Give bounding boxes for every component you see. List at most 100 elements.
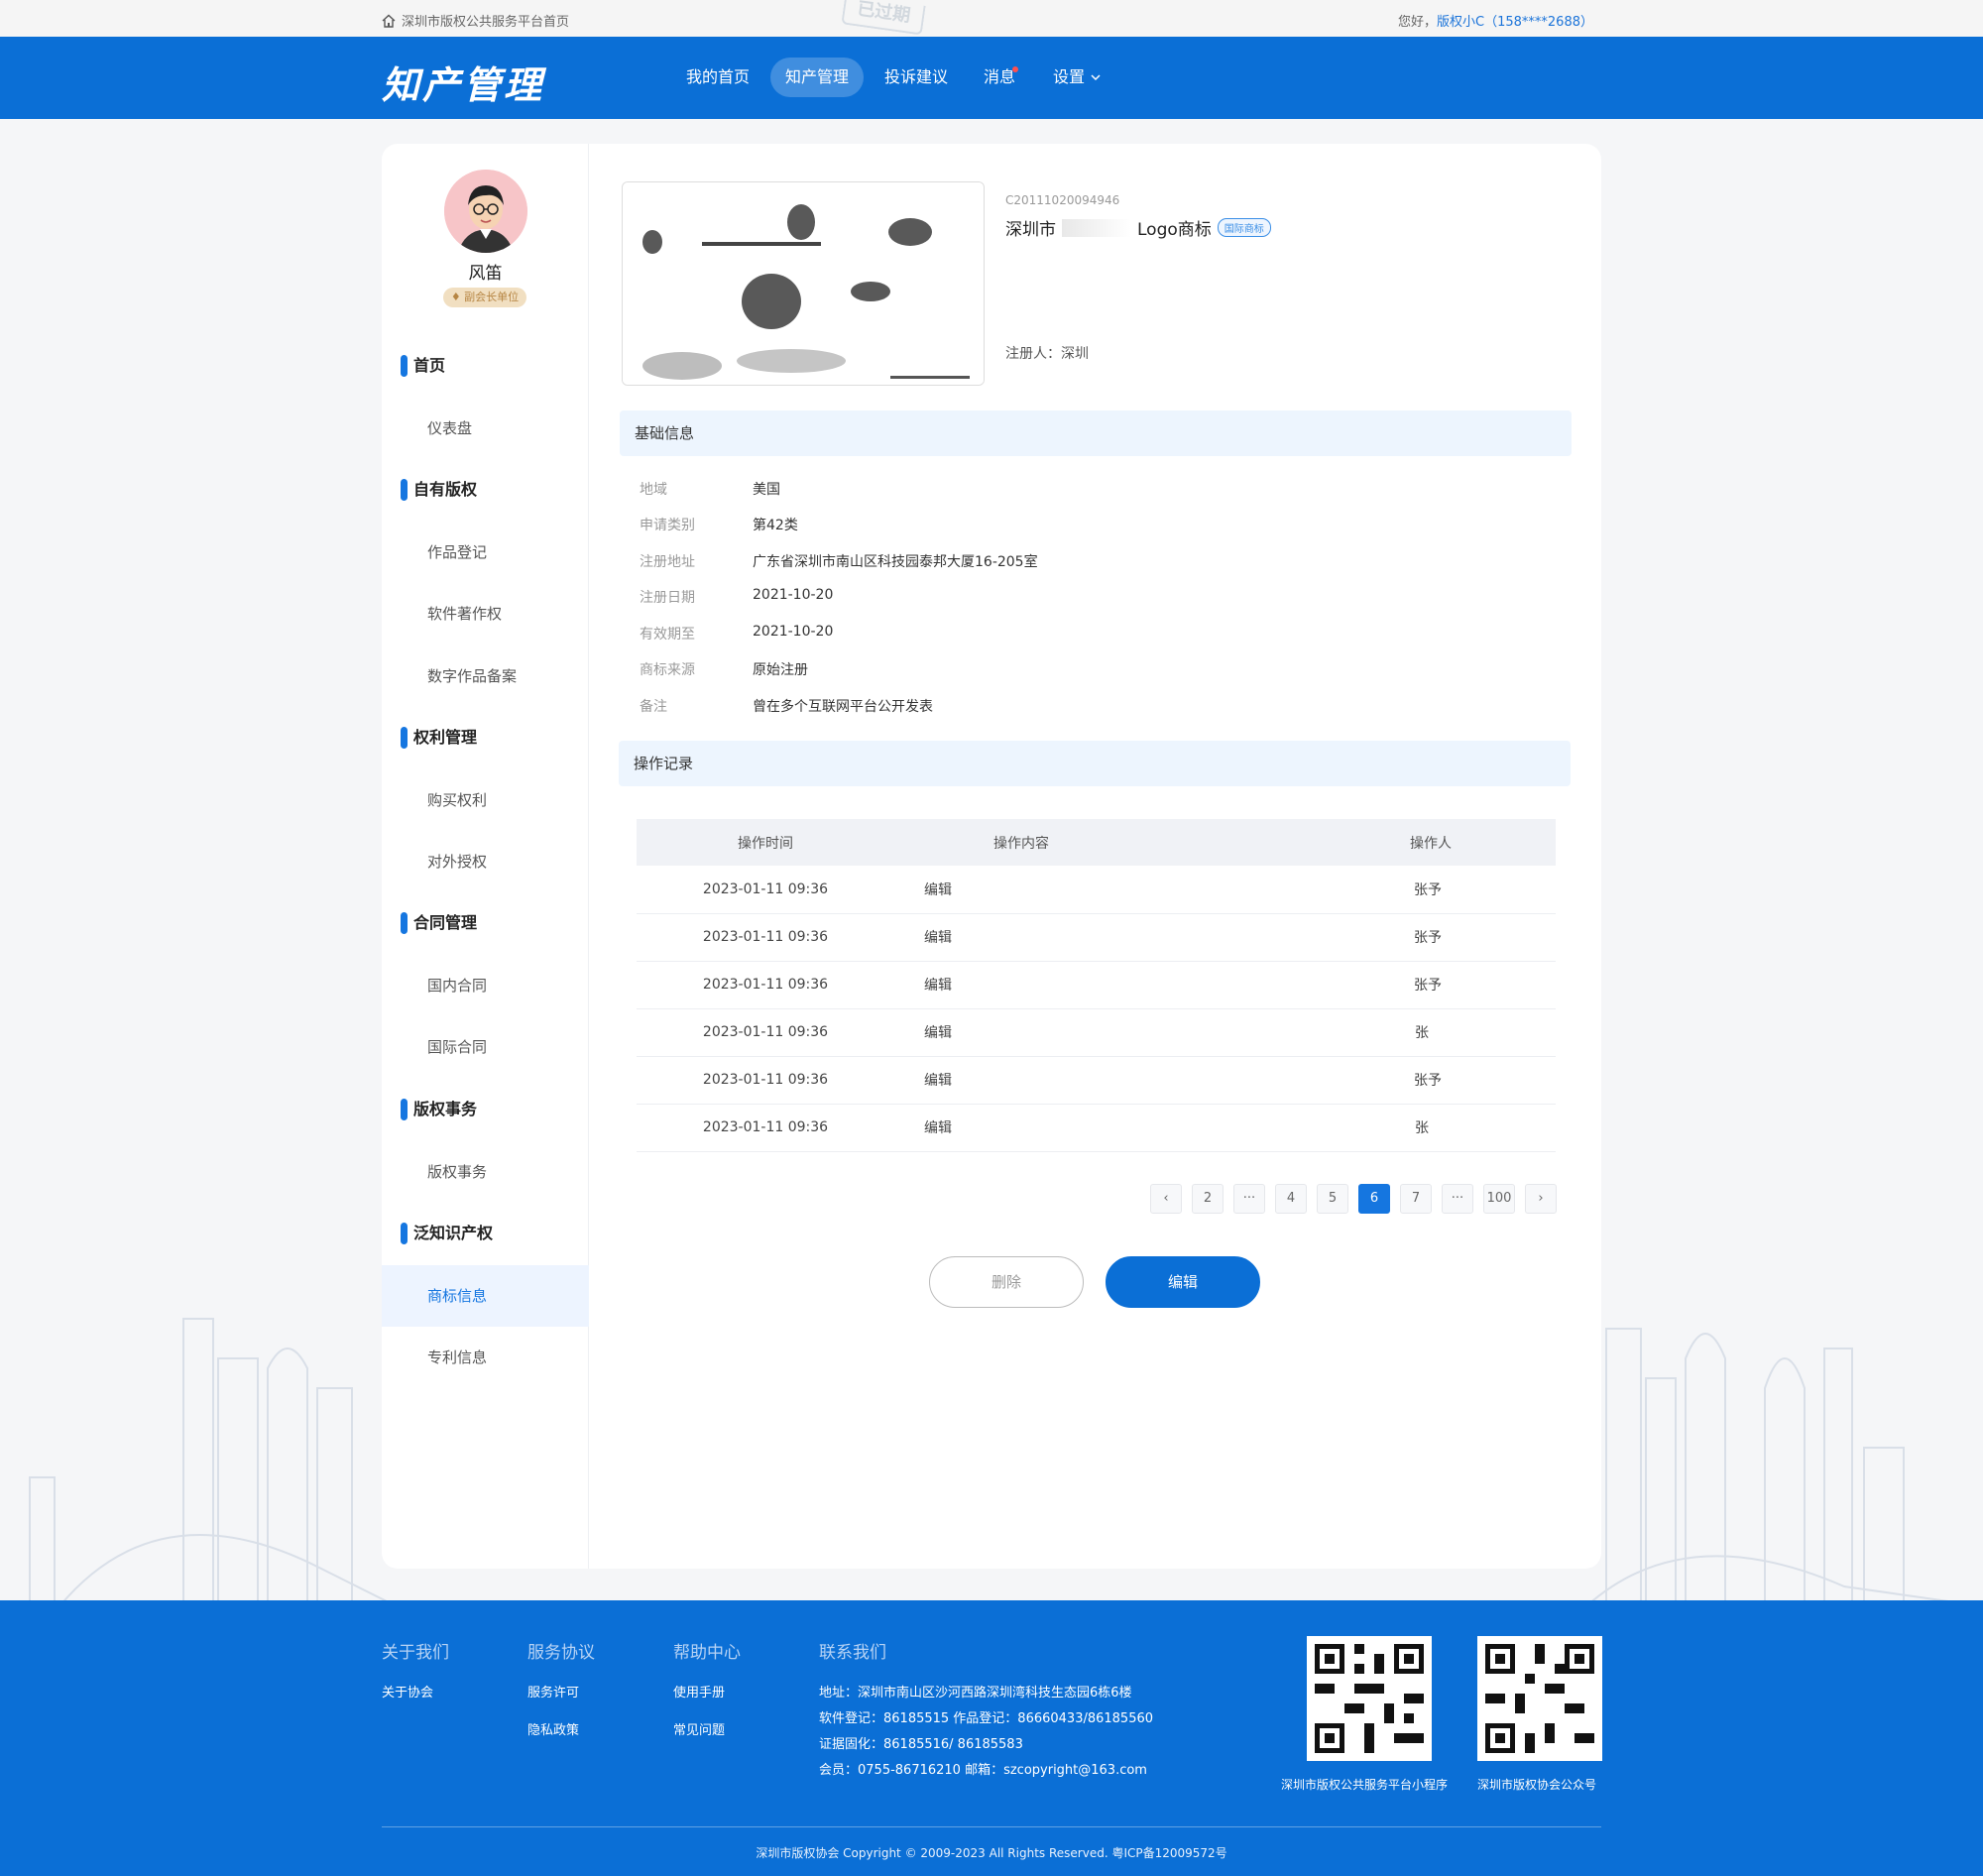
info-key: 注册地址 — [640, 554, 695, 570]
delete-button[interactable]: 删除 — [929, 1256, 1084, 1308]
user-greeting: 您好，版权小C（158****2688） — [1398, 11, 1593, 30]
record-content: 编辑 — [894, 913, 1162, 962]
edit-button[interactable]: 编辑 — [1106, 1256, 1260, 1308]
sidebar-item-work-registration[interactable]: 作品登记 — [382, 522, 589, 583]
info-value: 2021-10-20 — [753, 587, 834, 603]
info-key: 备注 — [640, 699, 667, 715]
member-badge: ♦ 副会长单位 — [443, 288, 526, 307]
main-nav: 知产管理 我的首页 知产管理 投诉建议 消息 设置 — [0, 37, 1983, 119]
next-page-button[interactable]: › — [1525, 1184, 1557, 1214]
footer-link-faq[interactable]: 常见问题 — [673, 1719, 725, 1738]
record-operator: 张予 — [1162, 866, 1556, 914]
qr-caption-mini-program: 深圳市版权公共服务平台小程序 — [1281, 1778, 1449, 1792]
sidebar-item-purchase-rights[interactable]: 购买权利 — [382, 769, 589, 831]
site-logo[interactable]: 知产管理 — [382, 55, 544, 109]
record-time: 2023-01-11 09:36 — [637, 913, 894, 962]
table-row: 2023-01-11 09:36 编辑 张予 — [637, 913, 1556, 962]
nav-item-messages[interactable]: 消息 — [969, 58, 1030, 97]
footer-link-service-license[interactable]: 服务许可 — [527, 1682, 579, 1700]
trademark-certificate-image[interactable] — [622, 181, 985, 386]
registrant: 注册人：深圳 — [1005, 343, 1089, 363]
table-row: 2023-01-11 09:36 编辑张 — [637, 1104, 1556, 1152]
home-link-label: 深圳市版权公共服务平台首页 — [402, 15, 570, 30]
trademark-name-prefix: 深圳市 — [1005, 220, 1056, 240]
top-bar: 深圳市版权公共服务平台首页 已过期 您好，版权小C（158****2688） — [0, 0, 1983, 37]
user-name: 风笛 — [468, 264, 503, 284]
table-row: 2023-01-11 09:36 编辑张 — [637, 1008, 1556, 1057]
international-trademark-tag: 国际商标 — [1217, 218, 1271, 237]
info-key: 地域 — [640, 482, 667, 498]
table-header-row: 操作时间 操作内容 操作人 — [637, 819, 1556, 866]
sidebar-item-external-license[interactable]: 对外授权 — [382, 831, 589, 892]
page-button[interactable]: 2 — [1192, 1184, 1224, 1214]
home-link[interactable]: 深圳市版权公共服务平台首页 — [382, 11, 569, 30]
sidebar-group-home[interactable]: 首页 — [400, 355, 445, 377]
prev-page-button[interactable]: ‹ — [1150, 1184, 1182, 1214]
footer-col-about: 关于我们 — [382, 1643, 449, 1663]
sidebar-group-contracts[interactable]: 合同管理 — [400, 912, 477, 934]
sidebar-item-digital-filing[interactable]: 数字作品备案 — [382, 645, 589, 707]
footer-link-privacy[interactable]: 隐私政策 — [527, 1719, 579, 1738]
trademark-name: 深圳市 Logo商标 国际商标 — [1005, 215, 1271, 240]
qr-code-icon — [1315, 1644, 1424, 1753]
operation-records-header: 操作记录 — [619, 741, 1571, 786]
info-key: 商标来源 — [640, 662, 695, 678]
footer-col-help: 帮助中心 — [673, 1643, 741, 1663]
nav-item-complaints[interactable]: 投诉建议 — [870, 58, 963, 97]
current-page-button[interactable]: 6 — [1358, 1184, 1390, 1214]
house-icon — [382, 14, 396, 28]
page-button[interactable]: 5 — [1317, 1184, 1348, 1214]
sidebar-group-own-copyright[interactable]: 自有版权 — [400, 479, 477, 501]
record-time: 2023-01-11 09:36 — [637, 961, 894, 1009]
user-link[interactable]: 版权小C（158****2688） — [1437, 15, 1593, 30]
sidebar-item-copyright-affairs[interactable]: 版权事务 — [382, 1141, 589, 1203]
nav-item-home[interactable]: 我的首页 — [671, 58, 764, 97]
page-button[interactable]: 7 — [1400, 1184, 1432, 1214]
sidebar-item-software-copyright[interactable]: 软件著作权 — [382, 583, 589, 645]
page-button[interactable]: 4 — [1275, 1184, 1307, 1214]
nav-item-label: 消息 — [984, 67, 1016, 86]
pagination: ‹ 2 ··· 4 5 6 7 ··· 100 › — [1150, 1184, 1557, 1214]
record-content: 编辑 — [894, 961, 1162, 1009]
footer-link-manual[interactable]: 使用手册 — [673, 1682, 725, 1700]
page-ellipsis[interactable]: ··· — [1442, 1184, 1473, 1214]
page-ellipsis[interactable]: ··· — [1233, 1184, 1265, 1214]
greeting-prefix: 您好， — [1398, 15, 1438, 30]
footer: 关于我们 关于协会 服务协议 服务许可 隐私政策 帮助中心 使用手册 常见问题 … — [0, 1600, 1983, 1876]
sidebar-item-patent-info[interactable]: 专利信息 — [382, 1327, 589, 1388]
info-value: 第42类 — [753, 518, 798, 533]
info-value: 美国 — [753, 482, 780, 498]
page-button[interactable]: 100 — [1483, 1184, 1515, 1214]
sidebar-item-domestic-contracts[interactable]: 国内合同 — [382, 955, 589, 1016]
sidebar-item-international-contracts[interactable]: 国际合同 — [382, 1016, 589, 1078]
footer-col-agreement: 服务协议 — [527, 1643, 595, 1663]
record-operator: 张予 — [1162, 1056, 1556, 1105]
info-key: 有效期至 — [640, 627, 695, 643]
record-content: 编辑 — [894, 1008, 1162, 1057]
nav-item-ip-management[interactable]: 知产管理 — [770, 58, 865, 97]
sidebar-item-dashboard[interactable]: 仪表盘 — [382, 398, 589, 459]
footer-contact-phones: 软件登记：86185515 作品登记：86660433/86185560 — [819, 1711, 1154, 1726]
nav-item-label: 知产管理 — [785, 67, 850, 86]
nav-item-label: 投诉建议 — [884, 67, 949, 86]
record-time: 2023-01-11 09:36 — [637, 1056, 894, 1105]
nav-item-settings[interactable]: 设置 — [1038, 58, 1116, 97]
record-time: 2023-01-11 09:36 — [637, 1008, 894, 1057]
footer-copyright: 深圳市版权协会 Copyright © 2009-2023 All Rights… — [756, 1846, 1227, 1860]
redacted-block — [1062, 218, 1131, 237]
info-key: 注册日期 — [640, 590, 695, 606]
footer-contact-address: 地址：深圳市南山区沙河西路深圳湾科技生态园6栋6楼 — [819, 1686, 1132, 1700]
record-time: 2023-01-11 09:36 — [637, 866, 894, 914]
sidebar-group-rights-management[interactable]: 权利管理 — [400, 727, 477, 749]
user-avatar-icon — [444, 170, 527, 253]
sidebar-group-copyright-affairs[interactable]: 版权事务 — [400, 1099, 477, 1120]
avatar[interactable] — [444, 170, 527, 253]
qr-caption-official-account: 深圳市版权协会公众号 — [1477, 1778, 1597, 1792]
record-time: 2023-01-11 09:36 — [637, 1104, 894, 1152]
basic-info-header: 基础信息 — [620, 410, 1572, 456]
sidebar-item-trademark-info[interactable]: 商标信息 — [382, 1265, 589, 1327]
sidebar-group-general-ip[interactable]: 泛知识产权 — [400, 1223, 493, 1244]
registrant-value: 深圳 — [1061, 346, 1089, 362]
unread-dot — [1012, 66, 1019, 72]
footer-link-about-association[interactable]: 关于协会 — [382, 1682, 433, 1700]
